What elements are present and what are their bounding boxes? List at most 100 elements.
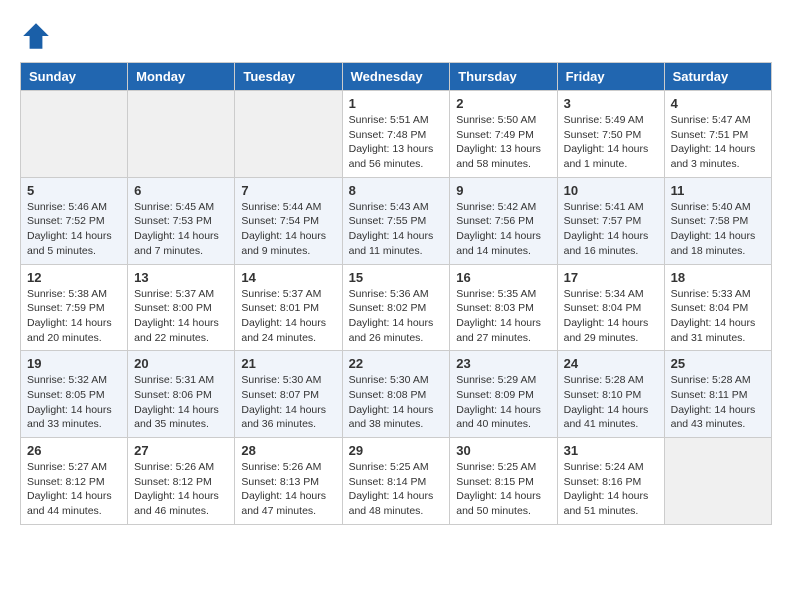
weekday-header: Friday [557, 63, 664, 91]
sunrise-text: Sunrise: 5:31 AM [134, 373, 228, 388]
day-number: 27 [134, 443, 228, 458]
day-info: Sunrise: 5:36 AMSunset: 8:02 PMDaylight:… [349, 287, 444, 346]
logo [20, 20, 56, 52]
weekday-header: Monday [128, 63, 235, 91]
calendar-cell: 9Sunrise: 5:42 AMSunset: 7:56 PMDaylight… [450, 177, 557, 264]
calendar-cell: 18Sunrise: 5:33 AMSunset: 8:04 PMDayligh… [664, 264, 771, 351]
sunset-text: Sunset: 7:49 PM [456, 128, 550, 143]
sunrise-text: Sunrise: 5:32 AM [27, 373, 121, 388]
daylight-text: Daylight: 14 hours and 16 minutes. [564, 229, 658, 258]
calendar-cell: 2 Sunrise: 5:50 AMSunset: 7:49 PMDaylight… [450, 91, 557, 178]
day-info: Sunrise: 5:47 AMSunset: 7:51 PMDaylight:… [671, 113, 765, 172]
sunrise-text: Sunrise: 5:28 AM [671, 373, 765, 388]
daylight-text: Daylight: 14 hours and 41 minutes. [564, 403, 658, 432]
calendar-cell: 15Sunrise: 5:36 AMSunset: 8:02 PMDayligh… [342, 264, 450, 351]
day-info: Sunrise: 5:24 AMSunset: 8:16 PMDaylight:… [564, 460, 658, 519]
weekday-header: Sunday [21, 63, 128, 91]
daylight-text: Daylight: 14 hours and 31 minutes. [671, 316, 765, 345]
sunrise-text: Sunrise: 5:46 AM [27, 200, 121, 215]
sunset-text: Sunset: 8:08 PM [349, 388, 444, 403]
day-number: 13 [134, 270, 228, 285]
calendar-cell: 6Sunrise: 5:45 AMSunset: 7:53 PMDaylight… [128, 177, 235, 264]
sunrise-text: Sunrise: 5:30 AM [349, 373, 444, 388]
daylight-text: Daylight: 14 hours and 5 minutes. [27, 229, 121, 258]
calendar-cell: 20Sunrise: 5:31 AMSunset: 8:06 PMDayligh… [128, 351, 235, 438]
calendar-body: 1Sunrise: 5:51 AMSunset: 7:48 PMDaylight… [21, 91, 772, 525]
daylight-text: Daylight: 14 hours and 7 minutes. [134, 229, 228, 258]
sunrise-text: Sunrise: 5:26 AM [241, 460, 335, 475]
calendar-cell: 29Sunrise: 5:25 AMSunset: 8:14 PMDayligh… [342, 438, 450, 525]
day-number: 21 [241, 356, 335, 371]
day-number: 20 [134, 356, 228, 371]
calendar: SundayMondayTuesdayWednesdayThursdayFrid… [20, 62, 772, 525]
sunset-text: Sunset: 7:59 PM [27, 301, 121, 316]
daylight-text: Daylight: 14 hours and 35 minutes. [134, 403, 228, 432]
sunrise-text: Sunrise: 5:50 AM [456, 113, 550, 128]
sunset-text: Sunset: 8:15 PM [456, 475, 550, 490]
sunset-text: Sunset: 8:02 PM [349, 301, 444, 316]
day-number: 11 [671, 183, 765, 198]
day-number: 6 [134, 183, 228, 198]
daylight-text: Daylight: 14 hours and 9 minutes. [241, 229, 335, 258]
day-info: Sunrise: 5:49 AMSunset: 7:50 PMDaylight:… [564, 113, 658, 172]
daylight-text: Daylight: 14 hours and 46 minutes. [134, 489, 228, 518]
day-number: 30 [456, 443, 550, 458]
daylight-text: Daylight: 14 hours and 36 minutes. [241, 403, 335, 432]
calendar-cell: 26Sunrise: 5:27 AMSunset: 8:12 PMDayligh… [21, 438, 128, 525]
calendar-cell: 17Sunrise: 5:34 AMSunset: 8:04 PMDayligh… [557, 264, 664, 351]
daylight-text: Daylight: 14 hours and 24 minutes. [241, 316, 335, 345]
daylight-text: Daylight: 14 hours and 33 minutes. [27, 403, 121, 432]
calendar-cell [128, 91, 235, 178]
calendar-cell: 21Sunrise: 5:30 AMSunset: 8:07 PMDayligh… [235, 351, 342, 438]
weekday-header: Thursday [450, 63, 557, 91]
calendar-week-row: 5Sunrise: 5:46 AMSunset: 7:52 PMDaylight… [21, 177, 772, 264]
weekday-header: Wednesday [342, 63, 450, 91]
sunrise-text: Sunrise: 5:38 AM [27, 287, 121, 302]
sunrise-text: Sunrise: 5:33 AM [671, 287, 765, 302]
day-info: Sunrise: 5:32 AMSunset: 8:05 PMDaylight:… [27, 373, 121, 432]
day-number: 2 [456, 96, 550, 111]
weekday-header-row: SundayMondayTuesdayWednesdayThursdayFrid… [21, 63, 772, 91]
calendar-cell: 8Sunrise: 5:43 AMSunset: 7:55 PMDaylight… [342, 177, 450, 264]
sunrise-text: Sunrise: 5:51 AM [349, 113, 444, 128]
day-number: 18 [671, 270, 765, 285]
sunrise-text: Sunrise: 5:29 AM [456, 373, 550, 388]
daylight-text: Daylight: 14 hours and 48 minutes. [349, 489, 444, 518]
daylight-text: Daylight: 14 hours and 3 minutes. [671, 142, 765, 171]
sunrise-text: Sunrise: 5:27 AM [27, 460, 121, 475]
calendar-cell: 19Sunrise: 5:32 AMSunset: 8:05 PMDayligh… [21, 351, 128, 438]
weekday-header: Tuesday [235, 63, 342, 91]
sunrise-text: Sunrise: 5:30 AM [241, 373, 335, 388]
sunset-text: Sunset: 8:11 PM [671, 388, 765, 403]
sunrise-text: Sunrise: 5:37 AM [241, 287, 335, 302]
calendar-cell: 13Sunrise: 5:37 AMSunset: 8:00 PMDayligh… [128, 264, 235, 351]
day-number: 12 [27, 270, 121, 285]
sunrise-text: Sunrise: 5:36 AM [349, 287, 444, 302]
sunrise-text: Sunrise: 5:44 AM [241, 200, 335, 215]
daylight-text: Daylight: 13 hours and 58 minutes. [456, 142, 550, 171]
daylight-text: Daylight: 14 hours and 38 minutes. [349, 403, 444, 432]
day-number: 31 [564, 443, 658, 458]
daylight-text: Daylight: 14 hours and 51 minutes. [564, 489, 658, 518]
sunset-text: Sunset: 8:13 PM [241, 475, 335, 490]
sunrise-text: Sunrise: 5:25 AM [456, 460, 550, 475]
sunrise-text: Sunrise: 5:24 AM [564, 460, 658, 475]
sunset-text: Sunset: 8:04 PM [564, 301, 658, 316]
day-info: Sunrise: 5:35 AMSunset: 8:03 PMDaylight:… [456, 287, 550, 346]
daylight-text: Daylight: 14 hours and 40 minutes. [456, 403, 550, 432]
day-info: Sunrise: 5:50 AMSunset: 7:49 PMDaylight:… [456, 113, 550, 172]
sunset-text: Sunset: 8:10 PM [564, 388, 658, 403]
sunset-text: Sunset: 7:52 PM [27, 214, 121, 229]
daylight-text: Daylight: 14 hours and 20 minutes. [27, 316, 121, 345]
calendar-week-row: 12Sunrise: 5:38 AMSunset: 7:59 PMDayligh… [21, 264, 772, 351]
day-info: Sunrise: 5:41 AMSunset: 7:57 PMDaylight:… [564, 200, 658, 259]
day-number: 7 [241, 183, 335, 198]
day-number: 17 [564, 270, 658, 285]
daylight-text: Daylight: 14 hours and 44 minutes. [27, 489, 121, 518]
day-info: Sunrise: 5:26 AMSunset: 8:13 PMDaylight:… [241, 460, 335, 519]
day-info: Sunrise: 5:28 AMSunset: 8:10 PMDaylight:… [564, 373, 658, 432]
day-number: 10 [564, 183, 658, 198]
calendar-cell: 27Sunrise: 5:26 AMSunset: 8:12 PMDayligh… [128, 438, 235, 525]
day-number: 16 [456, 270, 550, 285]
calendar-cell: 23Sunrise: 5:29 AMSunset: 8:09 PMDayligh… [450, 351, 557, 438]
